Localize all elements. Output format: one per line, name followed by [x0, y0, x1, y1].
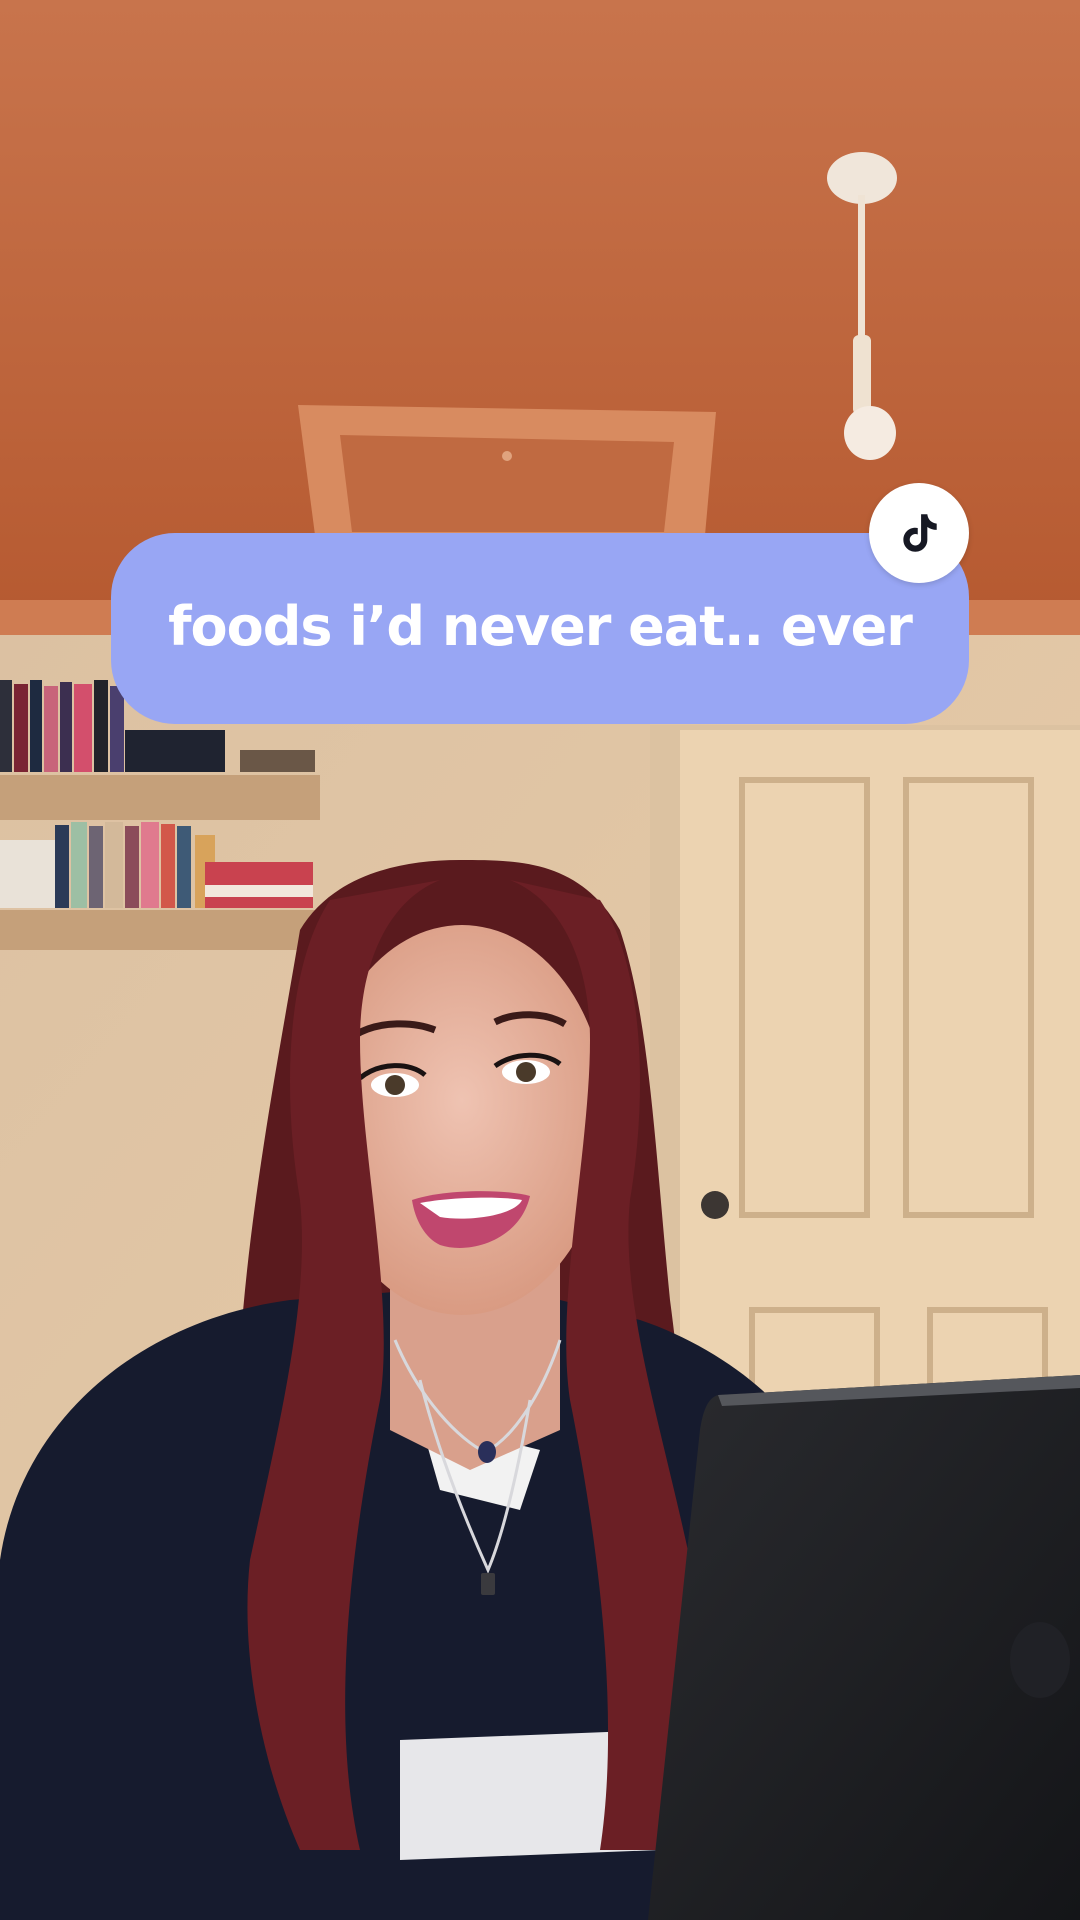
caption-text: foods i’d never eat.. ever — [168, 595, 913, 658]
bedroom-door — [650, 725, 1080, 1410]
tiktok-badge — [869, 483, 969, 583]
attic-hatch — [298, 405, 716, 535]
laptop — [648, 1375, 1080, 1920]
video-frame-background — [0, 0, 1080, 1920]
caption-bubble: foods i’d never eat.. ever — [111, 533, 969, 724]
tiktok-logo-icon — [903, 514, 937, 552]
